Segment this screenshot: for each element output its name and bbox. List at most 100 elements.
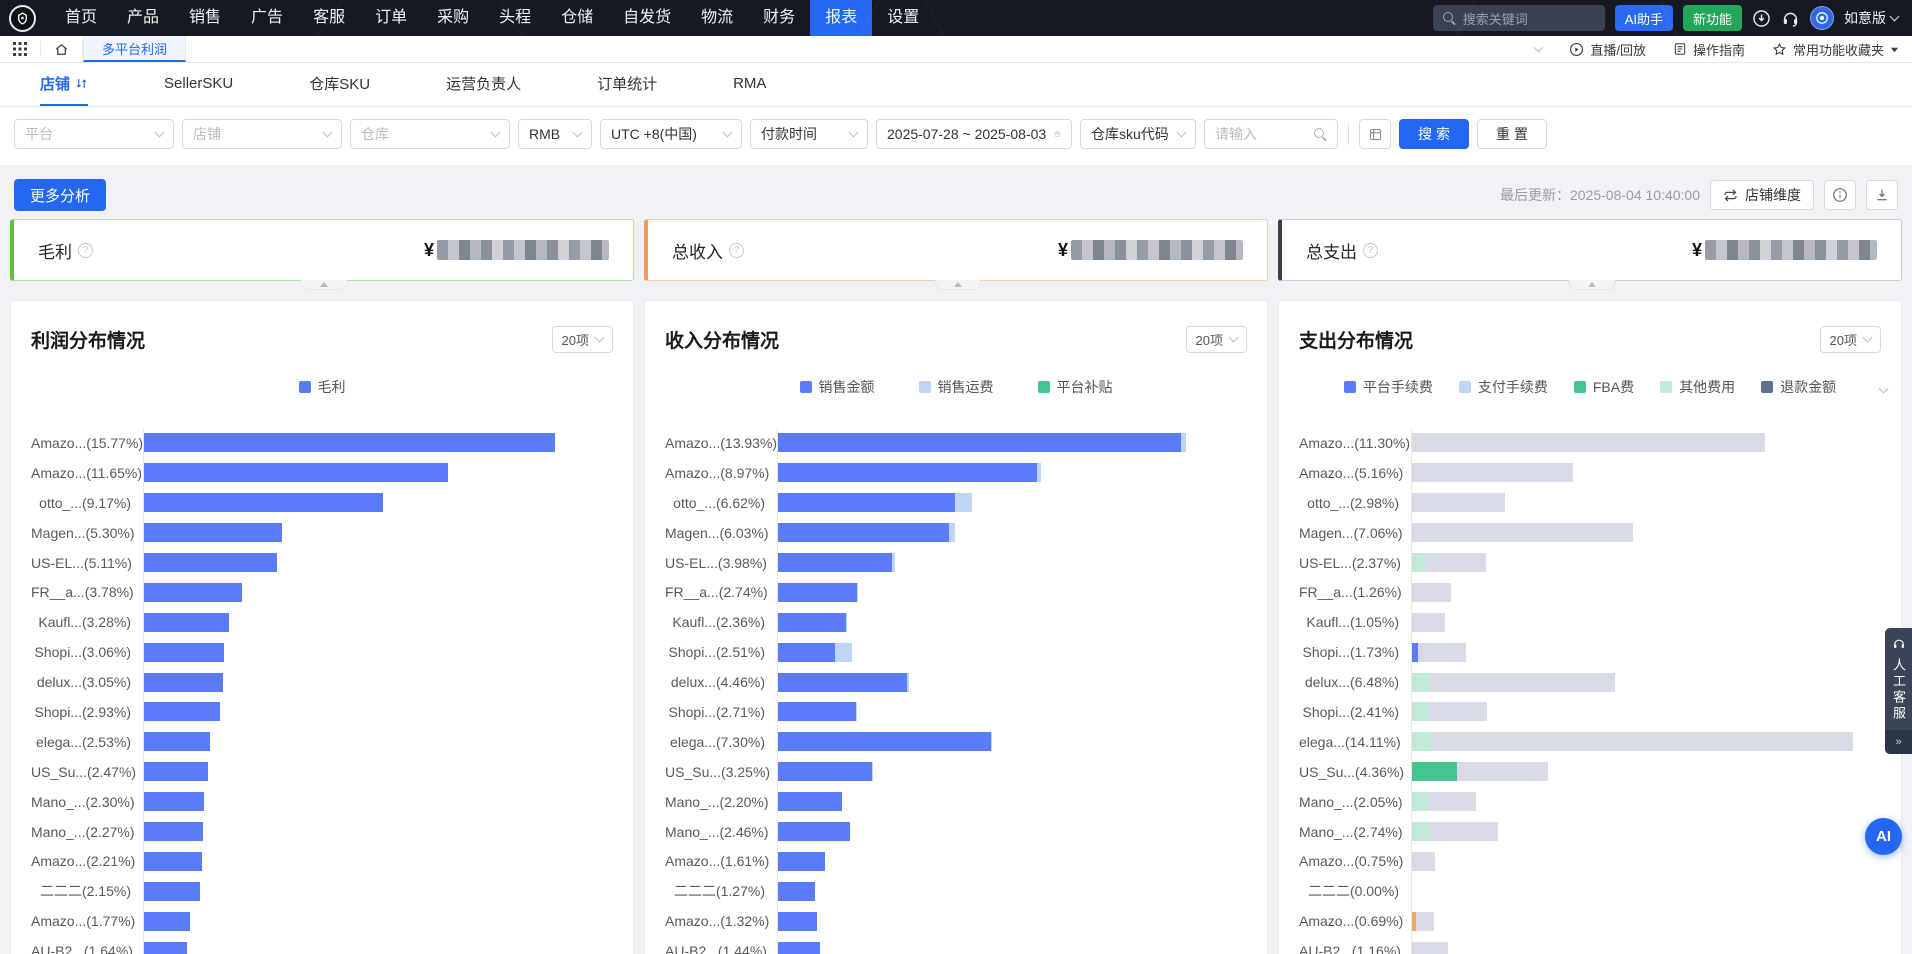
bar[interactable] xyxy=(144,673,613,692)
bar[interactable] xyxy=(144,583,613,602)
bar[interactable] xyxy=(144,942,613,954)
main-menu-item[interactable]: 自发货 xyxy=(608,0,686,36)
sku-input[interactable]: 请输入 xyxy=(1204,119,1338,149)
bar[interactable] xyxy=(1412,792,1881,811)
dimension-tab[interactable]: 仓库SKU xyxy=(309,63,370,106)
bar[interactable] xyxy=(778,852,1247,871)
bar[interactable] xyxy=(144,882,613,901)
headset-support-icon[interactable] xyxy=(1781,9,1800,28)
bar[interactable] xyxy=(778,583,1247,602)
bar[interactable] xyxy=(1412,493,1881,512)
user-avatar[interactable] xyxy=(1810,6,1834,30)
operation-guide-link[interactable]: 操作指南 xyxy=(1660,40,1758,59)
legend-item[interactable]: 销售金额 xyxy=(800,377,875,397)
help-icon[interactable]: ? xyxy=(1363,243,1378,258)
bar[interactable] xyxy=(1412,942,1881,954)
bar[interactable] xyxy=(778,762,1247,781)
time-type-select[interactable]: 付款时间 xyxy=(750,119,868,149)
bar[interactable] xyxy=(778,463,1247,482)
bar[interactable] xyxy=(778,673,1247,692)
platform-select[interactable]: 平台 xyxy=(14,119,174,149)
apps-grid-icon[interactable] xyxy=(0,36,40,62)
new-features-button[interactable]: 新功能 xyxy=(1683,5,1742,31)
bar[interactable] xyxy=(1412,613,1881,632)
sku-type-select[interactable]: 仓库sku代码 xyxy=(1080,119,1196,149)
bar[interactable] xyxy=(778,792,1247,811)
customer-service-widget[interactable]: 人工客服 » xyxy=(1885,628,1912,754)
bar[interactable] xyxy=(1412,852,1881,871)
download-client-icon[interactable] xyxy=(1752,9,1771,28)
legend-item[interactable]: 平台补贴 xyxy=(1038,377,1113,397)
batch-input-button[interactable] xyxy=(1359,119,1391,149)
collapse-handle[interactable] xyxy=(301,280,347,290)
legend-item[interactable]: 销售运费 xyxy=(919,377,994,397)
tabs-collapse-chevron-icon[interactable] xyxy=(1522,48,1555,51)
bar[interactable] xyxy=(778,822,1247,841)
bar[interactable] xyxy=(1412,822,1881,841)
main-menu-item[interactable]: 订单 xyxy=(360,0,422,36)
bar[interactable] xyxy=(144,702,613,721)
main-menu-item[interactable]: 物流 xyxy=(686,0,748,36)
bar[interactable] xyxy=(1412,463,1881,482)
date-range-picker[interactable]: 2025-07-28 ~ 2025-08-03 xyxy=(876,119,1072,149)
help-icon[interactable]: ? xyxy=(78,243,93,258)
bar[interactable] xyxy=(778,912,1247,931)
search-button[interactable]: 搜索 xyxy=(1399,119,1469,149)
bar[interactable] xyxy=(144,433,613,452)
currency-select[interactable]: RMB xyxy=(518,119,592,149)
main-menu-item[interactable]: 采购 xyxy=(422,0,484,36)
bar[interactable] xyxy=(144,822,613,841)
main-menu-item[interactable]: 仓储 xyxy=(546,0,608,36)
bar[interactable] xyxy=(144,613,613,632)
legend-item[interactable]: FBA费 xyxy=(1574,377,1634,397)
bar[interactable] xyxy=(144,553,613,572)
more-analysis-button[interactable]: 更多分析 xyxy=(14,179,106,211)
home-icon[interactable] xyxy=(41,36,82,62)
bar[interactable] xyxy=(144,732,613,751)
shop-select[interactable]: 店铺 xyxy=(182,119,342,149)
items-count-select[interactable]: 20项 xyxy=(552,326,613,353)
bar[interactable] xyxy=(1412,553,1881,572)
ai-chat-bubble[interactable]: AI xyxy=(1865,818,1902,855)
bar[interactable] xyxy=(778,433,1247,452)
bar[interactable] xyxy=(144,792,613,811)
bar[interactable] xyxy=(1412,583,1881,602)
info-button[interactable] xyxy=(1824,180,1856,210)
bar[interactable] xyxy=(778,702,1247,721)
main-menu-item[interactable]: 销售 xyxy=(174,0,236,36)
bar[interactable] xyxy=(144,762,613,781)
items-count-select[interactable]: 20项 xyxy=(1186,326,1247,353)
version-menu[interactable]: 如意版 xyxy=(1844,8,1898,28)
bar[interactable] xyxy=(778,493,1247,512)
bar[interactable] xyxy=(778,732,1247,751)
dimension-tab[interactable]: 运营负责人 xyxy=(446,63,521,106)
items-count-select[interactable]: 20项 xyxy=(1820,326,1881,353)
warehouse-select[interactable]: 仓库 xyxy=(350,119,510,149)
bar[interactable] xyxy=(144,463,613,482)
main-menu-item[interactable]: 客服 xyxy=(298,0,360,36)
main-menu-item[interactable]: 产品 xyxy=(112,0,174,36)
bar[interactable] xyxy=(1412,912,1881,931)
open-page-tab[interactable]: 多平台利润 xyxy=(83,36,186,62)
dimension-tab[interactable]: 订单统计 xyxy=(597,63,657,106)
collapse-handle[interactable] xyxy=(1569,280,1615,290)
main-menu-item[interactable]: 报表 xyxy=(810,0,872,36)
dimension-switch-button[interactable]: 店铺维度 xyxy=(1710,180,1814,210)
legend-collapse-icon[interactable] xyxy=(1880,379,1887,397)
live-replay-link[interactable]: 直播/回放 xyxy=(1556,40,1659,59)
bar[interactable] xyxy=(1412,762,1881,781)
bar[interactable] xyxy=(778,613,1247,632)
bar[interactable] xyxy=(144,493,613,512)
main-menu-item[interactable]: 头程 xyxy=(484,0,546,36)
bar[interactable] xyxy=(1412,673,1881,692)
dimension-tab[interactable]: 店铺 xyxy=(40,63,88,106)
legend-item[interactable]: 平台手续费 xyxy=(1344,377,1433,397)
collapse-handle[interactable] xyxy=(935,280,981,290)
dimension-tab[interactable]: SellerSKU xyxy=(164,63,233,106)
bar[interactable] xyxy=(1412,732,1881,751)
legend-item[interactable]: 退款金额 xyxy=(1761,377,1836,397)
bar[interactable] xyxy=(144,643,613,662)
bar[interactable] xyxy=(778,942,1247,954)
legend-item[interactable]: 毛利 xyxy=(299,377,346,397)
bar[interactable] xyxy=(1412,523,1881,542)
